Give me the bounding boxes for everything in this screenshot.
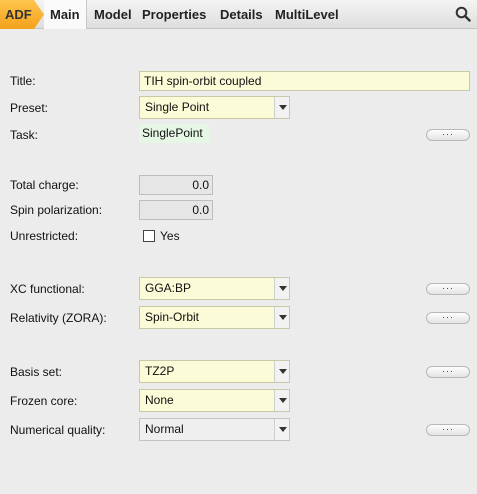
xc-functional-label: XC functional: [10,282,85,296]
unrestricted-option-label[interactable]: Yes [160,229,180,243]
tab-model[interactable]: Model [94,0,132,29]
preset-label: Preset: [10,101,49,115]
basis-set-more-button[interactable]: ··· [426,366,470,378]
unrestricted-label: Unrestricted: [10,229,79,243]
unrestricted-checkbox[interactable] [143,230,155,242]
task-more-button[interactable]: ··· [426,129,470,141]
total-charge-label: Total charge: [10,178,79,192]
frozen-core-value: None [145,393,174,407]
relativity-more-button[interactable]: ··· [426,312,470,324]
tab-bar: ADF Main Model Properties Details MultiL… [0,0,477,29]
preset-value: Single Point [145,100,210,114]
relativity-label: Relativity (ZORA): [10,311,107,325]
chevron-down-icon[interactable] [274,97,289,118]
numerical-quality-select[interactable]: Normal [139,418,290,441]
basis-set-select[interactable]: TZ2P [139,360,290,383]
task-label: Task: [10,128,39,142]
numerical-quality-value: Normal [145,422,184,436]
numerical-quality-more-button[interactable]: ··· [426,424,470,436]
relativity-select[interactable]: Spin-Orbit [139,306,290,329]
title-label: Title: [10,74,36,88]
frozen-core-label: Frozen core: [10,394,78,408]
frozen-core-select[interactable]: None [139,389,290,412]
xc-functional-select[interactable]: GGA:BP [139,277,290,300]
tab-main[interactable]: Main [44,0,87,29]
spin-polarization-input[interactable]: 0.0 [139,200,213,220]
tab-properties[interactable]: Properties [142,0,206,29]
chevron-down-icon[interactable] [274,390,289,411]
chevron-down-icon[interactable] [274,419,289,440]
adf-menu-tab[interactable]: ADF [0,0,44,29]
basis-set-value: TZ2P [145,364,175,378]
chevron-down-icon[interactable] [274,307,289,328]
title-input[interactable]: TIH spin-orbit coupled [139,71,470,91]
xc-functional-more-button[interactable]: ··· [426,283,470,295]
search-icon[interactable] [455,6,471,22]
relativity-value: Spin-Orbit [145,310,200,324]
chevron-down-icon[interactable] [274,278,289,299]
spin-polarization-label: Spin polarization: [10,203,103,217]
numerical-quality-label: Numerical quality: [10,423,106,437]
chevron-down-icon[interactable] [274,361,289,382]
total-charge-input[interactable]: 0.0 [139,175,213,195]
tab-multilevel[interactable]: MultiLevel [275,0,339,29]
basis-set-label: Basis set: [10,365,63,379]
task-value: SinglePoint [139,124,209,143]
tab-details[interactable]: Details [220,0,263,29]
preset-select[interactable]: Single Point [139,96,290,119]
xc-functional-value: GGA:BP [145,281,192,295]
